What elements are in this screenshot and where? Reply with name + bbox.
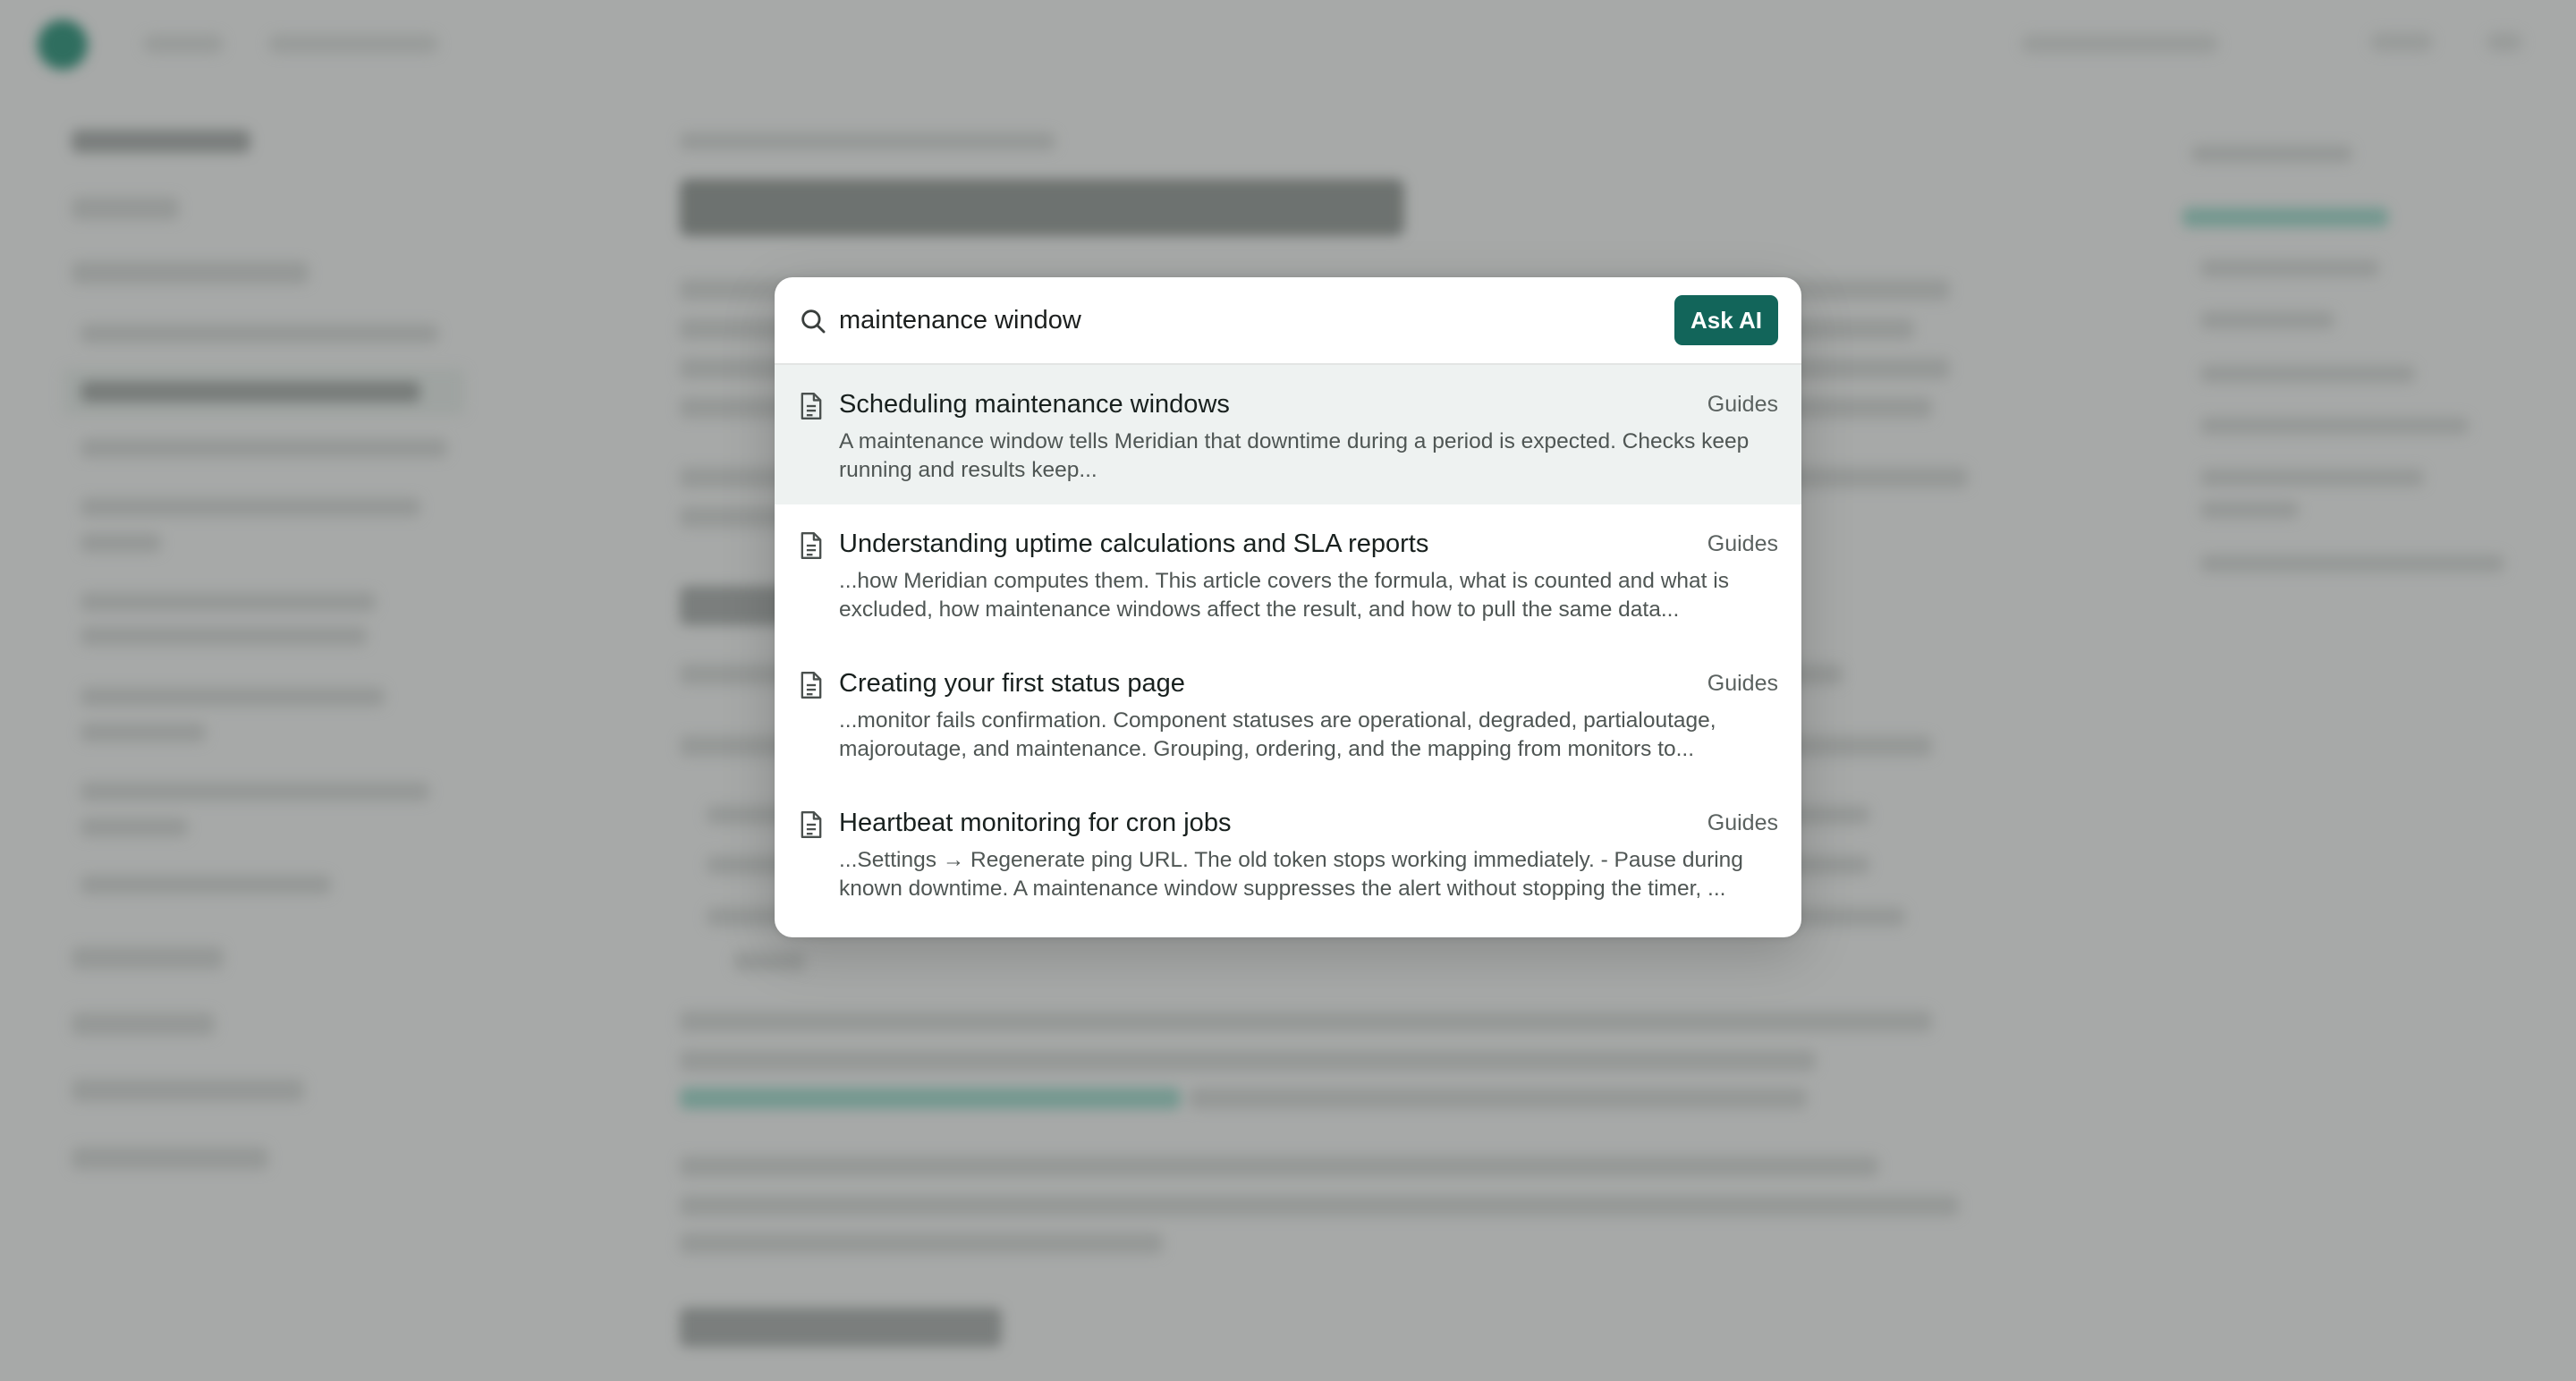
link-line (680, 1088, 1181, 1109)
paragraph-line (1190, 1088, 1807, 1109)
result-category: Guides (1707, 671, 1778, 696)
toc-item (2200, 555, 2504, 572)
search-results-list: Scheduling maintenance windows Guides A … (775, 365, 1801, 923)
paragraph-line (680, 1156, 1878, 1177)
sidebar-item (80, 782, 429, 801)
sidebar-item (80, 592, 376, 612)
document-icon (801, 393, 822, 419)
search-result[interactable]: Creating your first status page Guides .… (775, 644, 1801, 784)
document-icon (801, 672, 822, 699)
sidebar-item (72, 261, 309, 284)
sidebar-item (80, 438, 447, 458)
sidebar-item (80, 533, 161, 553)
toc-item (2200, 311, 2334, 329)
top-button (2370, 32, 2433, 52)
sidebar-item (72, 197, 179, 220)
sidebar-item (80, 875, 331, 894)
sidebar-item (72, 946, 224, 970)
toc-item (2200, 501, 2299, 519)
sidebar-item (80, 381, 420, 402)
search-result[interactable]: Scheduling maintenance windows Guides A … (775, 365, 1801, 504)
toc-item (2200, 469, 2424, 487)
search-result[interactable]: Understanding uptime calculations and SL… (775, 504, 1801, 644)
search-icon (801, 309, 826, 334)
logo (38, 20, 88, 70)
result-snippet: ...monitor fails confirmation. Component… (839, 708, 1716, 761)
list-line (733, 952, 805, 971)
toc-item (2200, 259, 2379, 277)
result-title: Heartbeat monitoring for cron jobs (839, 809, 1232, 837)
result-snippet: A maintenance window tells Meridian that… (839, 429, 1750, 482)
top-search-placeholder (2021, 34, 2218, 54)
sidebar-item (80, 723, 206, 742)
result-category: Guides (1707, 531, 1778, 556)
result-category: Guides (1707, 392, 1778, 417)
top-button (2487, 32, 2522, 52)
page-title (680, 179, 1404, 236)
paragraph-line (680, 1195, 1959, 1216)
sidebar-item (72, 1079, 304, 1102)
top-nav-item (143, 34, 224, 54)
top-nav-item (268, 34, 438, 54)
search-dialog: Ask AI Scheduling maintenance windows Gu… (775, 277, 1801, 937)
document-icon (801, 532, 822, 559)
result-snippet: ...Settings → Regenerate ping URL. The o… (839, 848, 1743, 901)
toc-item (2200, 365, 2415, 383)
document-icon (801, 811, 822, 838)
paragraph-line (680, 1050, 1816, 1072)
section-heading (680, 1308, 1002, 1347)
result-title: Scheduling maintenance windows (839, 390, 1230, 419)
sidebar-item (72, 1147, 268, 1170)
search-result[interactable]: Heartbeat monitoring for cron jobs Guide… (775, 784, 1801, 923)
sidebar-item (80, 818, 188, 837)
result-title: Understanding uptime calculations and SL… (839, 530, 1429, 558)
paragraph-line (680, 1233, 1163, 1254)
sidebar-item (80, 626, 367, 646)
result-category: Guides (1707, 810, 1778, 835)
breadcrumb (680, 132, 1055, 150)
toc-heading (2191, 145, 2352, 163)
sidebar-item (80, 324, 438, 343)
toc-item (2200, 417, 2469, 435)
search-input[interactable] (839, 301, 1555, 340)
toc-item-active (2182, 208, 2388, 227)
ask-ai-button[interactable]: Ask AI (1674, 295, 1778, 345)
result-title: Creating your first status page (839, 669, 1185, 698)
sidebar-item (80, 687, 385, 707)
sidebar-item (80, 497, 420, 517)
result-snippet: ...how Meridian computes them. This arti… (839, 569, 1729, 622)
sidebar-item (72, 130, 250, 153)
search-bar: Ask AI (775, 277, 1801, 365)
paragraph-line (680, 1011, 1932, 1032)
sidebar-item (72, 1012, 215, 1036)
